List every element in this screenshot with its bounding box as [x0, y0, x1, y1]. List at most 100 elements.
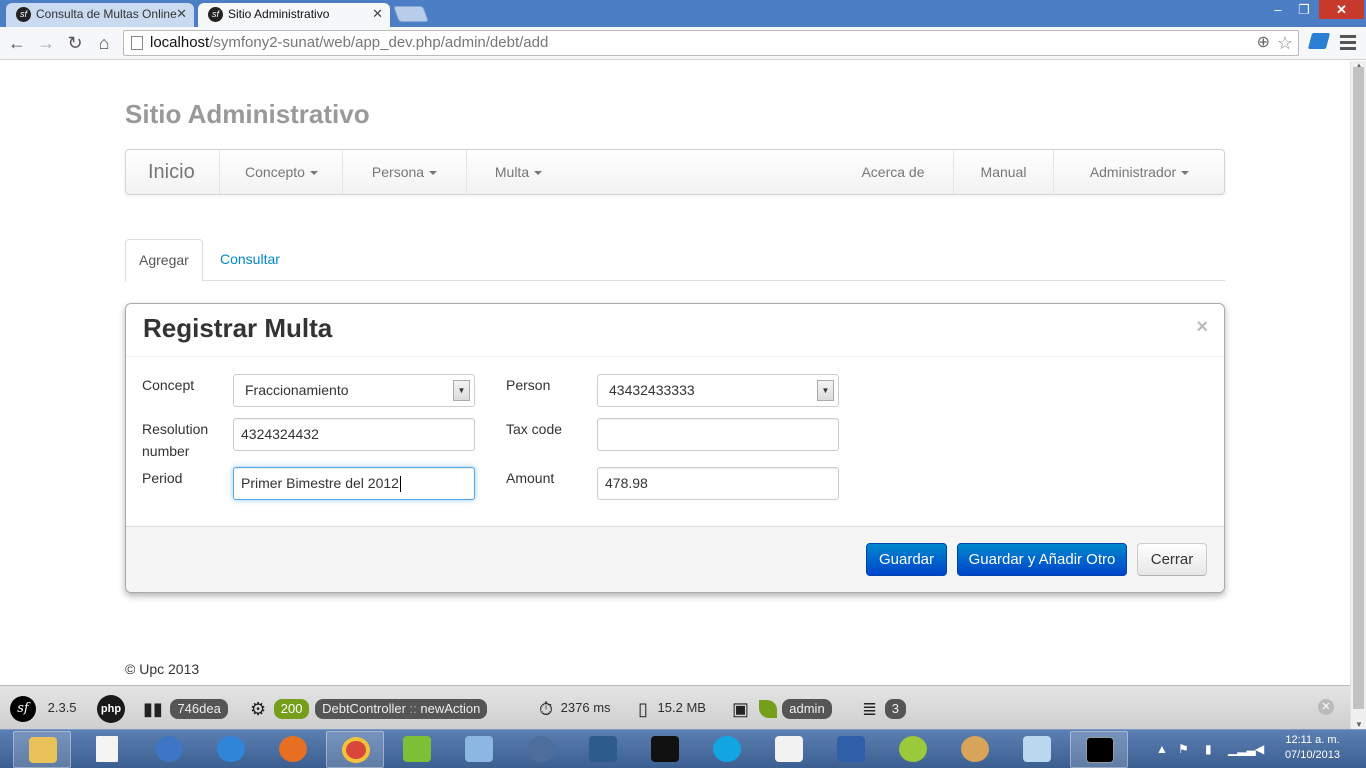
taskbar-paint[interactable]	[946, 731, 1004, 768]
period-field[interactable]: Primer Bimestre del 2012	[233, 467, 475, 500]
guardar-anadir-otro-button[interactable]: Guardar y Añadir Otro	[957, 543, 1127, 576]
firefox-icon	[279, 736, 307, 762]
taskbar-document[interactable]	[78, 731, 136, 768]
taskbar-mysql[interactable]	[574, 731, 632, 768]
minimize-window-icon[interactable]: –	[1265, 0, 1291, 19]
taskbar-postgres[interactable]	[512, 731, 570, 768]
sf-php-panel[interactable]: php	[97, 686, 125, 730]
network-flag-icon[interactable]: ⚑	[1178, 742, 1189, 756]
taskbar-chrome[interactable]	[326, 731, 384, 768]
sf-action-separator: ::	[409, 700, 417, 716]
taskbar-leaf-app[interactable]	[388, 731, 446, 768]
nav-item-persona[interactable]: Persona	[342, 150, 466, 194]
person-select[interactable]: 43432433333 ▼	[597, 374, 839, 407]
zoom-icon[interactable]: ⊕	[1257, 31, 1270, 55]
scrollbar-thumb[interactable]	[1353, 67, 1364, 709]
address-bar[interactable]: localhost/symfony2-sunat/web/app_dev.php…	[123, 30, 1299, 56]
concept-select-value: Fraccionamiento	[245, 382, 349, 398]
sf-version-panel[interactable]: sf 2.3.5	[10, 686, 77, 730]
page-icon	[131, 36, 143, 50]
guardar-button[interactable]: Guardar	[866, 543, 947, 576]
page-scrollbar[interactable]: ▲ ▼	[1350, 61, 1366, 729]
caret-down-icon	[1181, 171, 1190, 176]
nav-item-manual[interactable]: Manual	[953, 150, 1053, 194]
close-window-icon[interactable]: ✕	[1319, 0, 1364, 19]
nav-item-multa[interactable]: Multa	[466, 150, 570, 194]
taskbar-clock[interactable]: 12:11 a. m. 07/10/2013	[1285, 733, 1340, 763]
tax-code-field[interactable]	[597, 418, 839, 451]
taskbar-virtualbox[interactable]	[450, 731, 508, 768]
url-host: localhost	[150, 34, 210, 51]
nav-brand-inicio[interactable]: Inicio	[148, 150, 195, 194]
database-icon: ≣	[862, 698, 878, 719]
taskbar-eclipse[interactable]	[884, 731, 942, 768]
sf-queries: 3	[884, 698, 906, 719]
sf-db-panel[interactable]: ≣ 3	[862, 686, 906, 730]
taskbar-skype[interactable]	[698, 731, 756, 768]
sf-version: 2.3.5	[47, 700, 77, 715]
taskbar-cmd[interactable]	[1070, 731, 1128, 768]
nav-item-concepto[interactable]: Concepto	[219, 150, 343, 194]
browser-tab-consulta[interactable]: sf Consulta de Multas Online ✕	[6, 3, 194, 27]
volume-icon[interactable]: ◀	[1255, 742, 1264, 756]
document-icon	[96, 736, 118, 762]
reload-icon[interactable]: ↻	[64, 32, 86, 54]
dolphin-icon	[589, 736, 617, 762]
home-icon[interactable]: ⌂	[93, 32, 115, 54]
taskbar-wordpad[interactable]	[760, 731, 818, 768]
taskbar-notepad[interactable]	[1008, 731, 1066, 768]
php-logo-icon: php	[97, 694, 125, 723]
signal-icon[interactable]: ▁▂▃	[1228, 742, 1256, 756]
back-arrow-icon[interactable]: ←	[6, 32, 28, 54]
url-path: /symfony2-sunat/web/app_dev.php/admin/de…	[209, 34, 549, 51]
browser-menu-icon[interactable]	[1340, 32, 1356, 52]
sf-request-panel[interactable]: ⚙ 200 DebtController :: newAction	[250, 686, 488, 730]
nav-item-acerca[interactable]: Acerca de	[843, 150, 943, 194]
taskbar-thunderbird[interactable]	[140, 731, 198, 768]
memory-icon: ▯	[638, 698, 648, 719]
chevron-down-icon: ▼	[453, 380, 470, 401]
modal-close-icon[interactable]: ×	[1196, 316, 1208, 339]
close-tab-icon[interactable]: ✕	[372, 3, 383, 25]
sf-toolbar-close-icon[interactable]: ✕	[1318, 699, 1334, 715]
tab-consultar[interactable]: Consultar	[207, 239, 293, 281]
concept-select[interactable]: Fraccionamiento ▼	[233, 374, 475, 407]
battery-icon[interactable]: ▮	[1205, 742, 1212, 756]
sf-memory-panel[interactable]: ▯ 15.2 MB	[638, 686, 706, 730]
nav-item-administrador[interactable]: Administrador	[1053, 150, 1225, 194]
taskbar-console[interactable]	[636, 731, 694, 768]
scroll-down-icon[interactable]: ▼	[1355, 720, 1363, 729]
symfony-debug-toolbar: sf 2.3.5 php ▮▮ 746dea ⚙ 200 DebtControl…	[0, 685, 1350, 729]
sf-controller: DebtController :: newAction	[315, 698, 488, 719]
sf-token-panel[interactable]: ▮▮ 746dea	[143, 686, 228, 730]
browser-tab-admin[interactable]: sf Sitio Administrativo ✕	[198, 3, 390, 27]
tab-agregar[interactable]: Agregar	[125, 239, 203, 282]
navbar: Inicio Concepto Persona Multa Acerca de …	[125, 149, 1225, 195]
close-tab-icon[interactable]: ✕	[176, 3, 187, 25]
sf-user: admin	[782, 698, 832, 719]
caret-down-icon	[534, 171, 543, 176]
bookmark-star-icon[interactable]: ☆	[1277, 31, 1293, 55]
ide-icon	[899, 736, 927, 762]
sf-time-panel[interactable]: ⏱ 2376 ms	[539, 686, 611, 730]
sf-user-panel[interactable]: ▣ admin	[732, 686, 832, 730]
amount-field[interactable]: 478.98	[597, 467, 839, 500]
symfony-logo-icon: sf	[10, 695, 36, 722]
cerrar-button[interactable]: Cerrar	[1137, 543, 1207, 576]
resolution-number-value: 4324324432	[241, 426, 319, 442]
resolution-number-label: Resolution number	[142, 421, 209, 459]
new-tab-button[interactable]	[393, 6, 429, 22]
forward-arrow-icon[interactable]: →	[35, 32, 57, 54]
resolution-number-field[interactable]: 4324324432	[233, 418, 475, 451]
taskbar-firefox[interactable]	[264, 731, 322, 768]
period-value: Primer Bimestre del 2012	[241, 475, 399, 491]
tray-expand-icon[interactable]: ▲	[1156, 742, 1168, 756]
timeline-icon: ▮▮	[143, 698, 163, 719]
taskbar-explorer[interactable]	[13, 731, 71, 768]
restore-window-icon[interactable]: ❐	[1291, 0, 1317, 19]
leaf-app-icon	[403, 736, 431, 762]
nav-item-label: Concepto	[245, 164, 305, 180]
skype-icon	[713, 736, 741, 762]
taskbar-ie[interactable]	[202, 731, 260, 768]
taskbar-powershell[interactable]	[822, 731, 880, 768]
